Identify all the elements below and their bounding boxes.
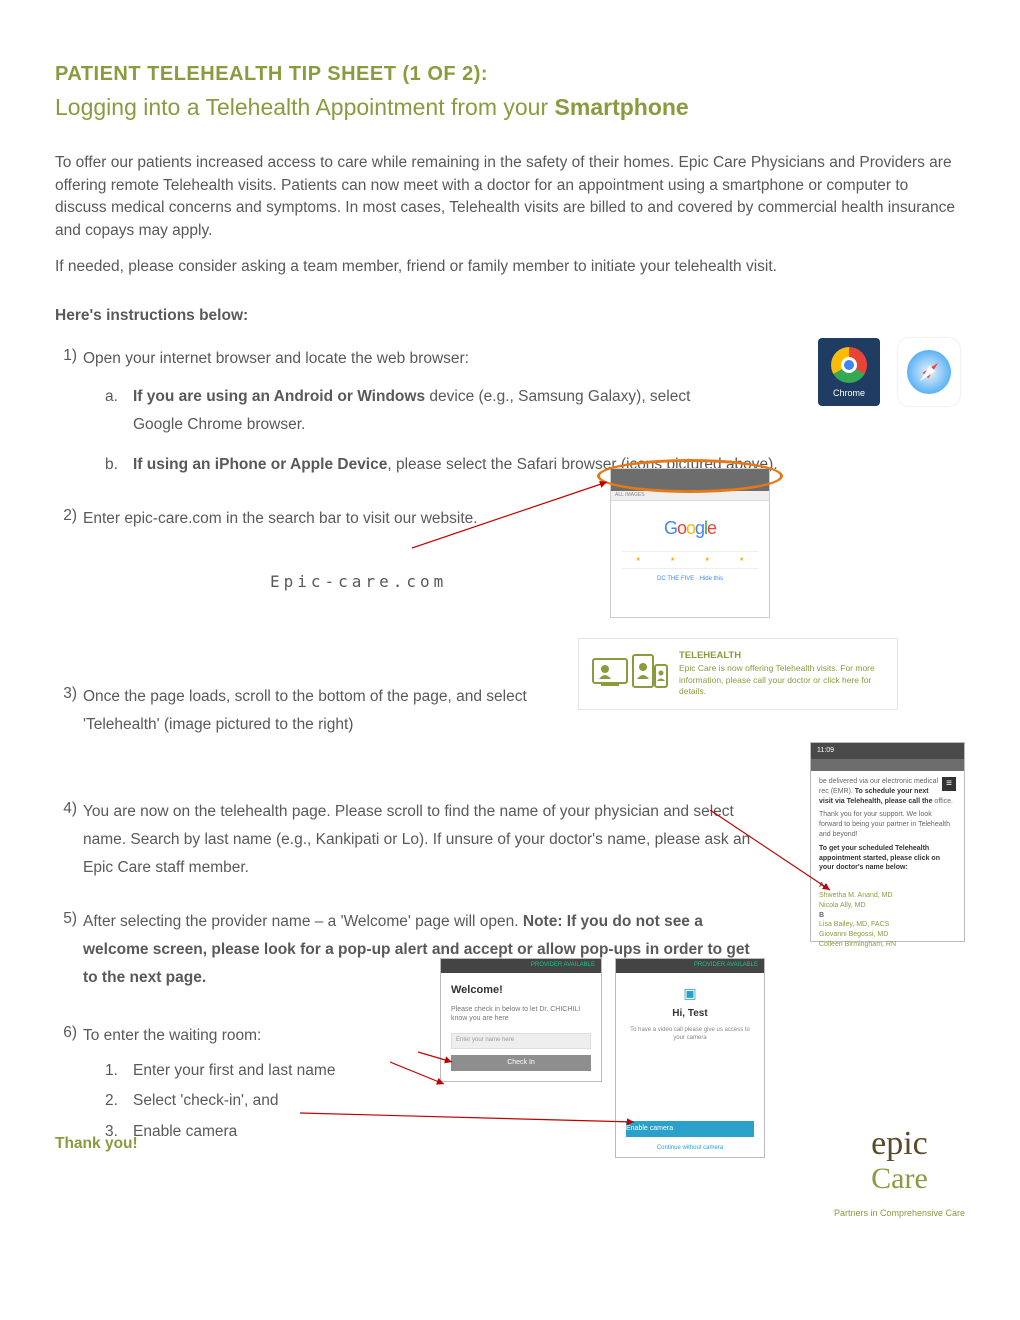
s4-line2a: (EMR).: [831, 788, 855, 795]
telehealth-banner-text: TELEHEALTH Epic Care is now offering Tel…: [679, 650, 885, 697]
s6b-status: PROVIDER AVAILABLE: [616, 959, 764, 973]
subtitle-bold: Smartphone: [555, 94, 689, 120]
step-1-text: Open your internet browser and locate th…: [83, 350, 469, 367]
chrome-icon: Chrome: [818, 338, 880, 406]
step-6-number: 6): [55, 1022, 77, 1044]
step-2: 2) Enter epic-care.com in the search bar…: [83, 505, 960, 533]
step-4-number: 4): [55, 798, 77, 820]
step-6-3-text: Enable camera: [133, 1123, 237, 1140]
page-title: PATIENT TELEHEALTH TIP SHEET (1 OF 2):: [55, 60, 960, 89]
search-bar-highlight: [597, 459, 783, 493]
s4-line4: To get your scheduled Telehealth appoint…: [819, 844, 956, 873]
s4-name-b0: Lisa Bailey, MD, FACS: [819, 920, 956, 930]
step-6-2-num: 2.: [105, 1090, 118, 1112]
logo-care: Care: [834, 1157, 965, 1201]
logo-tagline: Partners in Comprehensive Care: [834, 1207, 965, 1220]
camera-subtext: To have a video call please give us acce…: [626, 1026, 754, 1043]
step-6-2-text: Select 'check-in', and: [133, 1092, 279, 1109]
step-1b-letter: b.: [105, 451, 118, 479]
step-6-1-num: 1.: [105, 1060, 118, 1082]
telehealth-banner: TELEHEALTH Epic Care is now offering Tel…: [578, 638, 898, 710]
hi-heading: Hi, Test: [626, 1007, 754, 1022]
intro-paragraph-2: If needed, please consider asking a team…: [55, 256, 960, 278]
telehealth-banner-heading: TELEHEALTH: [679, 650, 885, 663]
welcome-heading: Welcome!: [451, 983, 591, 999]
s4-line3: Thank you for your support. We look forw…: [819, 810, 956, 839]
step-1b: b. If using an iPhone or Apple Device, p…: [133, 451, 960, 479]
chrome-label: Chrome: [833, 387, 865, 400]
step-6-text: To enter the waiting room:: [83, 1027, 261, 1044]
step-2-text: Enter epic-care.com in the search bar to…: [83, 510, 478, 527]
step-6-1-text: Enter your first and last name: [133, 1062, 335, 1079]
s4-name-a0: Shwetha M. Anand, MD: [819, 891, 956, 901]
step-1a-bold: If you are using an Android or Windows: [133, 388, 425, 405]
step-1b-bold: If using an iPhone or Apple Device: [133, 456, 387, 473]
step-5-number: 5): [55, 908, 77, 930]
google-logo: Google: [621, 515, 759, 541]
step-2-phone: ALL IMAGES Google ★★★★ DC THE FIVE · Hid…: [610, 468, 770, 618]
step-1-number: 1): [55, 345, 77, 367]
step-6-camera-screen: PROVIDER AVAILABLE ▣ Hi, Test To have a …: [615, 958, 765, 1158]
step-6-welcome-screen: PROVIDER AVAILABLE Welcome! Please check…: [440, 958, 602, 1082]
safari-icon: [898, 338, 960, 406]
thank-you: Thank you!: [55, 1133, 138, 1155]
enable-camera-button: Enable camera: [626, 1121, 754, 1137]
step-3-number: 3): [55, 683, 77, 705]
step-2-url-label: Epic-care.com: [270, 570, 447, 593]
step-5-text-a: After selecting the provider name – a 'W…: [83, 913, 523, 930]
s4-label-b: B: [819, 911, 956, 921]
step-4-text: You are now on the telehealth page. Plea…: [83, 803, 750, 876]
continue-without-camera-link: Continue without camera: [616, 1144, 764, 1153]
step-4-phone: 11:09 ≡ be delivered via our electronic …: [810, 742, 965, 942]
subtitle-plain: Logging into a Telehealth Appointment fr…: [55, 94, 555, 120]
s6a-status: PROVIDER AVAILABLE: [441, 959, 601, 973]
check-in-button: Check In: [451, 1055, 591, 1071]
browser-icons: Chrome: [818, 338, 960, 406]
s4-name-b2: Colleen Birmingham, RN: [819, 940, 956, 950]
s4-label-a: A: [819, 881, 956, 891]
intro-paragraph-1: To offer our patients increased access t…: [55, 152, 960, 242]
welcome-subtext: Please check in below to let Dr. CHICHIL…: [451, 1005, 591, 1023]
telehealth-banner-body: Epic Care is now offering Telehealth vis…: [679, 663, 885, 697]
page-subtitle: Logging into a Telehealth Appointment fr…: [55, 91, 960, 124]
step-2-number: 2): [55, 505, 77, 527]
step-6-2: 2.Select 'check-in', and: [133, 1090, 960, 1112]
s4-name-b1: Giovanni Begossi, MD: [819, 930, 956, 940]
step-4-time: 11:09: [817, 746, 834, 756]
s4-line2c: office.: [934, 798, 953, 805]
hamburger-icon: ≡: [942, 777, 956, 791]
logo-epic: epic: [834, 1130, 965, 1157]
camera-icon: ▣: [626, 983, 754, 1003]
instructions-heading: Here's instructions below:: [55, 305, 960, 327]
name-input: Enter your name here: [451, 1033, 591, 1049]
step-1a-letter: a.: [105, 383, 118, 411]
step-2-figure: ALL IMAGES Google ★★★★ DC THE FIVE · Hid…: [610, 468, 780, 623]
epic-care-logo: epic Care Partners in Comprehensive Care: [834, 1130, 965, 1220]
step-3-text: Once the page loads, scroll to the botto…: [83, 688, 527, 733]
s4-name-a1: Nicola Ally, MD: [819, 901, 956, 911]
telehealth-banner-icon: [591, 650, 669, 698]
